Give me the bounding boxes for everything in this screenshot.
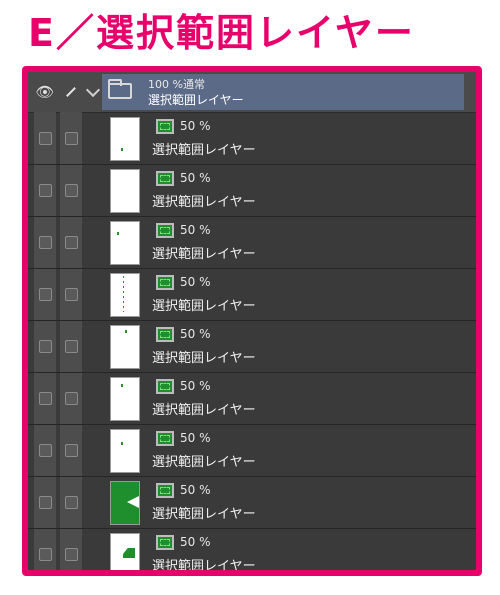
layer-name: 選択範囲レイヤー — [152, 299, 256, 314]
chevron-down-icon[interactable] — [85, 82, 101, 98]
thumbnail-mark — [117, 232, 119, 235]
layer-thumbnail — [110, 481, 140, 525]
layer-name: 選択範囲レイヤー — [152, 143, 256, 158]
layer-name: 選択範囲レイヤー — [152, 403, 256, 418]
layer-name: 選択範囲レイヤー — [152, 195, 256, 210]
layer-opacity: 50 % — [180, 535, 211, 549]
layer-opacity: 50 % — [180, 171, 211, 185]
layer-row[interactable]: 50 % 選択範囲レイヤー — [28, 425, 476, 477]
layer-thumbnail — [110, 221, 140, 265]
folder-blend-mode: 100 %通常 — [148, 78, 205, 91]
visibility-checkbox[interactable] — [39, 496, 52, 509]
mask-icon — [156, 327, 174, 342]
visibility-checkbox[interactable] — [39, 184, 52, 197]
layer-row[interactable]: 50 % 選択範囲レイヤー — [28, 529, 476, 574]
layer-opacity: 50 % — [180, 431, 211, 445]
lock-checkbox[interactable] — [65, 184, 78, 197]
layer-opacity: 50 % — [180, 275, 211, 289]
mask-icon — [156, 119, 174, 134]
eye-icon[interactable]: 👁 — [34, 72, 56, 112]
layer-opacity: 50 % — [180, 483, 211, 497]
mask-icon — [156, 379, 174, 394]
layer-row[interactable]: 50 % 選択範囲レイヤー — [28, 477, 476, 529]
mask-icon — [156, 275, 174, 290]
lock-checkbox[interactable] — [65, 288, 78, 301]
lock-checkbox[interactable] — [65, 548, 78, 561]
layer-name: 選択範囲レイヤー — [152, 507, 256, 522]
folder-name: 選択範囲レイヤー — [148, 93, 244, 107]
thumbnail-mark — [125, 330, 127, 333]
layer-thumbnail — [110, 325, 140, 369]
layer-thumbnail — [110, 429, 140, 473]
thumbnail-mark — [123, 276, 124, 312]
thumbnail-mark — [121, 442, 123, 445]
layer-thumbnail — [110, 169, 140, 213]
folder-icon — [108, 79, 132, 99]
lock-checkbox[interactable] — [65, 392, 78, 405]
pen-icon[interactable] — [60, 72, 82, 112]
layer-thumbnail — [110, 377, 140, 421]
folder-layer-row[interactable]: 👁 100 %通常 選択範囲レイヤー — [28, 72, 476, 113]
layer-thumbnail — [110, 117, 140, 161]
visibility-checkbox[interactable] — [39, 444, 52, 457]
layer-opacity: 50 % — [180, 379, 211, 393]
lock-checkbox[interactable] — [65, 444, 78, 457]
thumbnail-mark — [123, 548, 135, 558]
thumbnail-mark — [121, 148, 123, 151]
lock-checkbox[interactable] — [65, 132, 78, 145]
visibility-checkbox[interactable] — [39, 288, 52, 301]
layer-name: 選択範囲レイヤー — [152, 351, 256, 366]
lock-checkbox[interactable] — [65, 496, 78, 509]
visibility-checkbox[interactable] — [39, 548, 52, 561]
mask-icon — [156, 535, 174, 550]
layer-name: 選択範囲レイヤー — [152, 455, 256, 470]
mask-icon — [156, 223, 174, 238]
page-heading: E／選択範囲レイヤー — [28, 11, 415, 55]
mask-icon — [156, 483, 174, 498]
layer-name: 選択範囲レイヤー — [152, 247, 256, 262]
layer-list: 50 % 選択範囲レイヤー 50 % 選択範囲レイヤー 50 % 選択範囲レイヤー 50 %… — [28, 113, 476, 574]
lock-checkbox[interactable] — [65, 236, 78, 249]
visibility-checkbox[interactable] — [39, 340, 52, 353]
layer-row[interactable]: 50 % 選択範囲レイヤー — [28, 165, 476, 217]
layer-opacity: 50 % — [180, 119, 211, 133]
layer-thumbnail — [110, 533, 140, 570]
layer-panel: 👁 100 %通常 選択範囲レイヤー 50 % 選択範囲レイヤー 50 % 選択範囲レ… — [22, 66, 482, 576]
thumbnail-mark — [121, 384, 123, 387]
mask-icon — [156, 171, 174, 186]
layer-row[interactable]: 50 % 選択範囲レイヤー — [28, 113, 476, 165]
layer-opacity: 50 % — [180, 327, 211, 341]
layer-opacity: 50 % — [180, 223, 211, 237]
mask-icon — [156, 431, 174, 446]
folder-selection[interactable]: 100 %通常 選択範囲レイヤー — [102, 74, 464, 110]
layer-row[interactable]: 50 % 選択範囲レイヤー — [28, 373, 476, 425]
layer-name: 選択範囲レイヤー — [152, 559, 256, 574]
visibility-checkbox[interactable] — [39, 392, 52, 405]
layer-row[interactable]: 50 % 選択範囲レイヤー — [28, 269, 476, 321]
lock-checkbox[interactable] — [65, 340, 78, 353]
visibility-checkbox[interactable] — [39, 236, 52, 249]
layer-row[interactable]: 50 % 選択範囲レイヤー — [28, 321, 476, 373]
layer-thumbnail — [110, 273, 140, 317]
layer-row[interactable]: 50 % 選択範囲レイヤー — [28, 217, 476, 269]
visibility-checkbox[interactable] — [39, 132, 52, 145]
